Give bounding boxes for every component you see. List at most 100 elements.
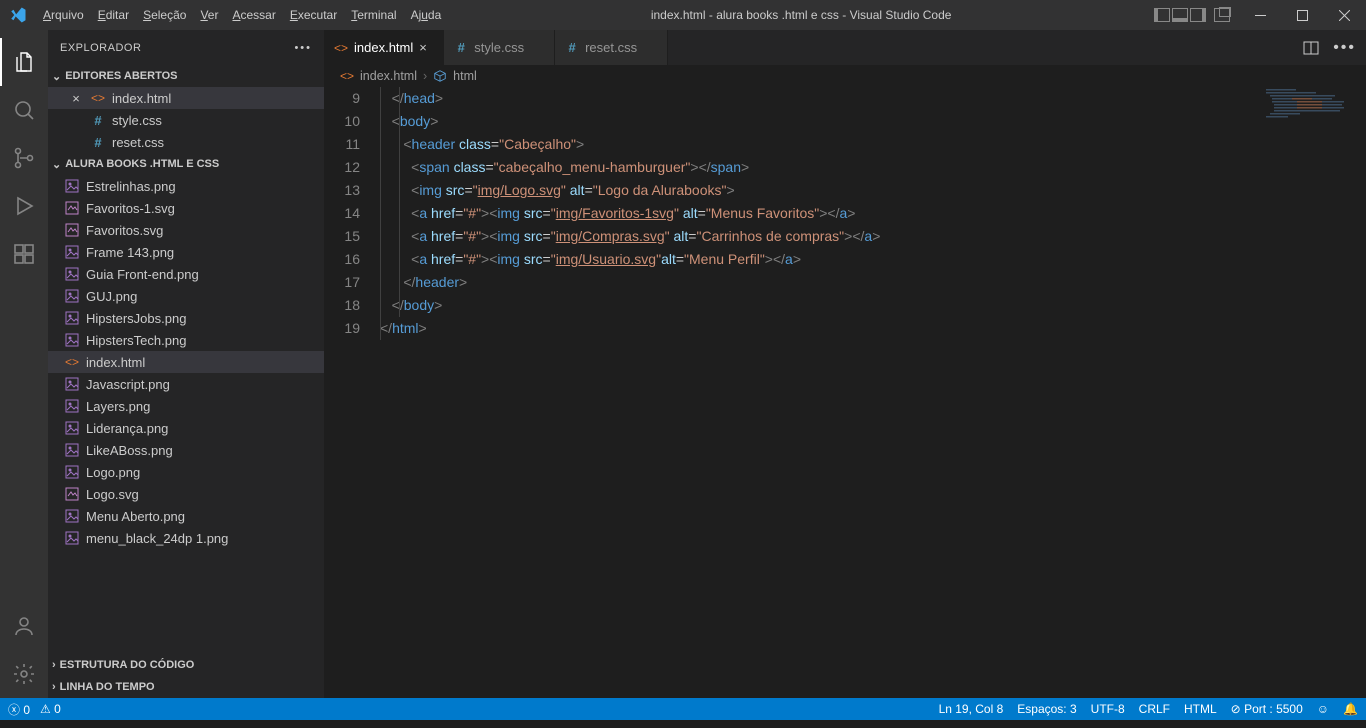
cursor-position[interactable]: Ln 19, Col 8 — [939, 702, 1004, 716]
menu-executar[interactable]: Executar — [283, 8, 344, 22]
html-file-icon: <> — [340, 69, 354, 83]
svg-file-icon — [64, 486, 80, 502]
window-title: index.html - alura books .html e css - V… — [448, 8, 1154, 22]
file-name: Logo.png — [86, 465, 140, 480]
window-controls — [1154, 0, 1366, 30]
file-name: menu_black_24dp 1.png — [86, 531, 228, 546]
file-name: Menu Aberto.png — [86, 509, 185, 524]
menu-selecao[interactable]: Seleção — [136, 8, 193, 22]
file-name: HipstersJobs.png — [86, 311, 186, 326]
minimap[interactable] — [1262, 87, 1352, 167]
more-actions-icon[interactable]: ••• — [1333, 39, 1356, 57]
errors-count[interactable]: ⓧ 0 — [8, 701, 30, 718]
file-tree-item[interactable]: Favoritos.svg — [48, 219, 324, 241]
folder-header[interactable]: ⌄ ALURA BOOKS .HTML E CSS — [48, 153, 324, 175]
split-editor-icon[interactable] — [1303, 40, 1319, 56]
encoding[interactable]: UTF-8 — [1091, 702, 1125, 716]
file-tree-item[interactable]: Logo.png — [48, 461, 324, 483]
feedback-icon[interactable]: ☺ — [1317, 702, 1329, 716]
open-editor-item[interactable]: ×<>index.html — [48, 87, 324, 109]
svg-file-icon — [64, 222, 80, 238]
eol[interactable]: CRLF — [1139, 702, 1170, 716]
source-control-icon[interactable] — [0, 134, 48, 182]
notifications-icon[interactable]: 🔔 — [1343, 702, 1358, 716]
live-server-port[interactable]: ⊘ Port : 5500 — [1231, 702, 1303, 716]
menu-arquivo[interactable]: Arquivo — [36, 8, 91, 22]
chevron-down-icon: ⌄ — [52, 70, 61, 83]
file-name: LikeABoss.png — [86, 443, 173, 458]
tab-label: reset.css — [585, 40, 637, 55]
breadcrumb[interactable]: <> index.html › html — [324, 65, 1366, 87]
extensions-icon[interactable] — [0, 230, 48, 278]
run-debug-icon[interactable] — [0, 182, 48, 230]
file-tree-item[interactable]: Logo.svg — [48, 483, 324, 505]
file-name: style.css — [112, 113, 162, 128]
image-file-icon — [64, 464, 80, 480]
file-tree-item[interactable]: LikeABoss.png — [48, 439, 324, 461]
chevron-down-icon: ⌄ — [52, 158, 61, 171]
search-icon[interactable] — [0, 86, 48, 134]
css-file-icon: # — [90, 112, 106, 128]
settings-gear-icon[interactable] — [0, 650, 48, 698]
maximize-button[interactable] — [1284, 0, 1320, 30]
css-file-icon: # — [90, 134, 106, 150]
svg-file-icon — [64, 200, 80, 216]
timeline-header[interactable]: › LINHA DO TEMPO — [48, 676, 324, 698]
file-tree-item[interactable]: Guia Front-end.png — [48, 263, 324, 285]
explorer-title: EXPLORADOR — [60, 42, 141, 54]
statusbar: ⓧ 0 ⚠ 0 Ln 19, Col 8 Espaços: 3 UTF-8 CR… — [0, 698, 1366, 720]
file-tree-item[interactable]: Menu Aberto.png — [48, 505, 324, 527]
file-tree-item[interactable]: menu_black_24dp 1.png — [48, 527, 324, 549]
explorer-more-icon[interactable]: ••• — [294, 42, 312, 54]
account-icon[interactable] — [0, 602, 48, 650]
language-mode[interactable]: HTML — [1184, 702, 1217, 716]
activity-bar — [0, 30, 48, 698]
close-button[interactable] — [1326, 0, 1362, 30]
file-name: Favoritos-1.svg — [86, 201, 175, 216]
image-file-icon — [64, 508, 80, 524]
open-editor-item[interactable]: # style.css — [48, 109, 324, 131]
file-tree-item[interactable]: <>index.html — [48, 351, 324, 373]
file-tree-item[interactable]: Liderança.png — [48, 417, 324, 439]
file-tree-item[interactable]: Javascript.png — [48, 373, 324, 395]
editor-tab[interactable]: #style.css — [444, 30, 555, 65]
editor-tab[interactable]: <>index.html× — [324, 30, 444, 65]
menu-acessar[interactable]: Acessar — [225, 8, 282, 22]
file-tree-item[interactable]: Favoritos-1.svg — [48, 197, 324, 219]
menu-editar[interactable]: Editar — [91, 8, 136, 22]
explorer-sidebar: EXPLORADOR ••• ⌄ EDITORES ABERTOS ×<>ind… — [48, 30, 324, 698]
menu-ver[interactable]: Ver — [193, 8, 225, 22]
outline-header[interactable]: › ESTRUTURA DO CÓDIGO — [48, 654, 324, 676]
warnings-count[interactable]: ⚠ 0 — [40, 702, 61, 716]
indentation[interactable]: Espaços: 3 — [1017, 702, 1076, 716]
image-file-icon — [64, 288, 80, 304]
file-tree-item[interactable]: HipstersJobs.png — [48, 307, 324, 329]
file-name: Frame 143.png — [86, 245, 174, 260]
open-editor-item[interactable]: #reset.css — [48, 131, 324, 153]
close-icon[interactable]: × — [419, 40, 433, 55]
file-tree-item[interactable]: GUJ.png — [48, 285, 324, 307]
code-editor[interactable]: 910111213141516171819 </head> <body> <he… — [324, 87, 1366, 698]
file-name: Favoritos.svg — [86, 223, 163, 238]
symbol-icon — [433, 69, 447, 83]
explorer-icon[interactable] — [0, 38, 48, 86]
layout-controls[interactable] — [1154, 8, 1230, 22]
image-file-icon — [64, 266, 80, 282]
open-editors-header[interactable]: ⌄ EDITORES ABERTOS — [48, 65, 324, 87]
minimize-button[interactable] — [1242, 0, 1278, 30]
close-icon[interactable]: × — [68, 91, 84, 106]
file-tree-item[interactable]: Frame 143.png — [48, 241, 324, 263]
file-tree-item[interactable]: Estrelinhas.png — [48, 175, 324, 197]
editor-area: <>index.html×#style.css#reset.css ••• <>… — [324, 30, 1366, 698]
chevron-right-icon: › — [52, 681, 56, 693]
file-tree-item[interactable]: Layers.png — [48, 395, 324, 417]
editor-tab[interactable]: #reset.css — [555, 30, 668, 65]
file-tree-item[interactable]: HipstersTech.png — [48, 329, 324, 351]
file-name: index.html — [112, 91, 171, 106]
menu-ajuda[interactable]: Ajuda — [404, 8, 449, 22]
image-file-icon — [64, 530, 80, 546]
image-file-icon — [64, 178, 80, 194]
titlebar: Arquivo Editar Seleção Ver Acessar Execu… — [0, 0, 1366, 30]
menu-terminal[interactable]: Terminal — [344, 8, 403, 22]
file-name: index.html — [86, 355, 145, 370]
